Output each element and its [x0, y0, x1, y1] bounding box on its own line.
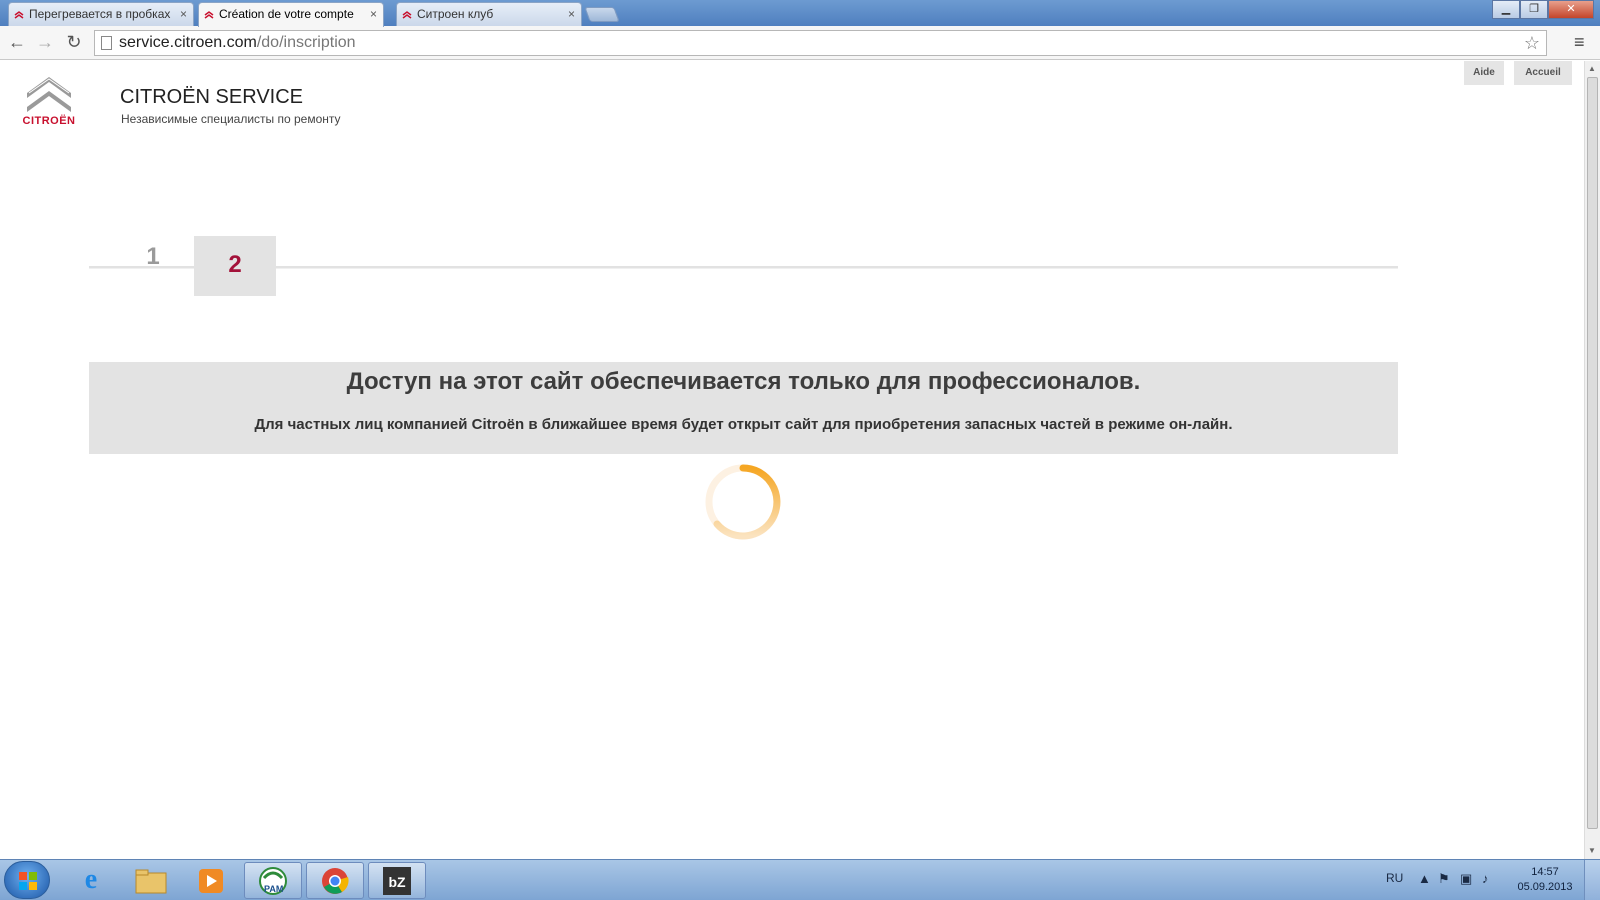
clock-time: 14:57	[1531, 866, 1559, 878]
tab-overheating[interactable]: Перегревается в пробках ×	[8, 2, 194, 26]
steps-track	[89, 266, 1398, 269]
page-icon	[101, 36, 112, 50]
language-indicator[interactable]: RU	[1386, 871, 1403, 885]
page-title: CITROËN SERVICE	[120, 86, 303, 108]
internet-explorer-icon[interactable]: e	[62, 862, 120, 899]
notice-text: Для частных лиц компанией Citroën в ближ…	[254, 416, 1233, 433]
clock-date: 05.09.2013	[1517, 881, 1573, 893]
scroll-up-icon[interactable]: ▲	[1588, 64, 1596, 73]
citroen-favicon-icon	[14, 11, 24, 19]
browser-toolbar: ← → ↻ service.citroen.com/do/inscription…	[0, 26, 1600, 60]
notice-title: Доступ на этот сайт обеспечивается тольк…	[346, 368, 1141, 395]
forward-icon[interactable]: →	[33, 31, 57, 55]
step-2-active: 2	[194, 236, 276, 296]
double-chevron-logo-icon	[27, 77, 71, 112]
citroen-favicon-icon	[402, 11, 412, 19]
bookmark-star-icon[interactable]: ☆	[1524, 31, 1540, 55]
taskbar-clock[interactable]: 14:57 05.09.2013	[1510, 865, 1580, 895]
page-subtitle: Независимые специалисты по ремонту	[121, 112, 341, 126]
help-link[interactable]: Aide	[1464, 61, 1504, 85]
back-icon[interactable]: ←	[5, 31, 29, 55]
address-bar[interactable]: service.citroen.com/do/inscription ☆	[94, 30, 1547, 56]
vertical-scrollbar[interactable]: ▲ ▼	[1584, 61, 1600, 859]
pam-label: PAM	[264, 884, 284, 894]
svg-text:bZ: bZ	[388, 874, 406, 890]
tab-citroen-club[interactable]: Ситроен клуб ×	[396, 2, 582, 26]
windows-logo-icon	[19, 872, 37, 890]
pam-icon[interactable]: PAM	[244, 862, 302, 899]
tab-close-icon[interactable]: ×	[180, 3, 187, 25]
volume-icon[interactable]: ♪	[1482, 871, 1489, 886]
step-1: 1	[146, 243, 160, 270]
new-tab-button[interactable]	[584, 7, 620, 22]
page-viewport: CITROËN CITROËN SERVICE Независимые спец…	[0, 61, 1584, 859]
tab-close-icon[interactable]: ×	[568, 3, 575, 25]
filezilla-icon[interactable]: bZ	[368, 862, 426, 899]
chrome-icon[interactable]	[306, 862, 364, 899]
window-close-icon[interactable]: ✕	[1548, 0, 1594, 19]
reload-icon[interactable]: ↻	[62, 31, 86, 55]
minimize-icon[interactable]: ▁	[1492, 0, 1520, 19]
tab-title: Перегревается в пробках	[29, 7, 171, 21]
url-path: /do/inscription	[256, 34, 356, 51]
scroll-down-icon[interactable]: ▼	[1588, 846, 1596, 855]
browser-tab-strip: Перегревается в пробках × Création de vo…	[0, 0, 1600, 27]
notice-box: Доступ на этот сайт обеспечивается тольк…	[89, 362, 1398, 454]
tab-close-icon[interactable]: ×	[370, 3, 377, 25]
show-hidden-icons-icon[interactable]: ▲	[1418, 871, 1431, 886]
tab-title: Ситроен клуб	[417, 7, 494, 21]
show-desktop-button[interactable]	[1584, 860, 1600, 900]
tab-title: Création de votre compte	[219, 7, 354, 21]
tab-account-creation[interactable]: Création de votre compte ×	[198, 2, 384, 27]
loading-spinner-icon	[705, 464, 781, 540]
start-button[interactable]	[4, 861, 50, 899]
network-icon[interactable]: ▣	[1460, 871, 1472, 887]
logo-wordmark: CITROËN	[22, 115, 76, 127]
citroen-favicon-icon	[204, 11, 214, 19]
citroen-logo[interactable]: CITROËN	[11, 71, 87, 129]
file-explorer-icon[interactable]	[122, 862, 180, 899]
restore-icon[interactable]: ❐	[1520, 0, 1548, 19]
window-controls: ▁ ❐ ✕	[1492, 0, 1594, 19]
home-link[interactable]: Accueil	[1514, 61, 1572, 85]
scrollbar-thumb[interactable]	[1587, 77, 1598, 829]
menu-icon[interactable]: ≡	[1574, 32, 1585, 53]
url-host: service.citroen.com	[119, 34, 257, 51]
media-player-icon[interactable]	[182, 862, 240, 899]
windows-taskbar: e PAM bZ RU ▲ ⚑ ▣ ♪ 14:57 05.09.2013	[0, 859, 1600, 900]
action-center-flag-icon[interactable]: ⚑	[1438, 871, 1450, 887]
